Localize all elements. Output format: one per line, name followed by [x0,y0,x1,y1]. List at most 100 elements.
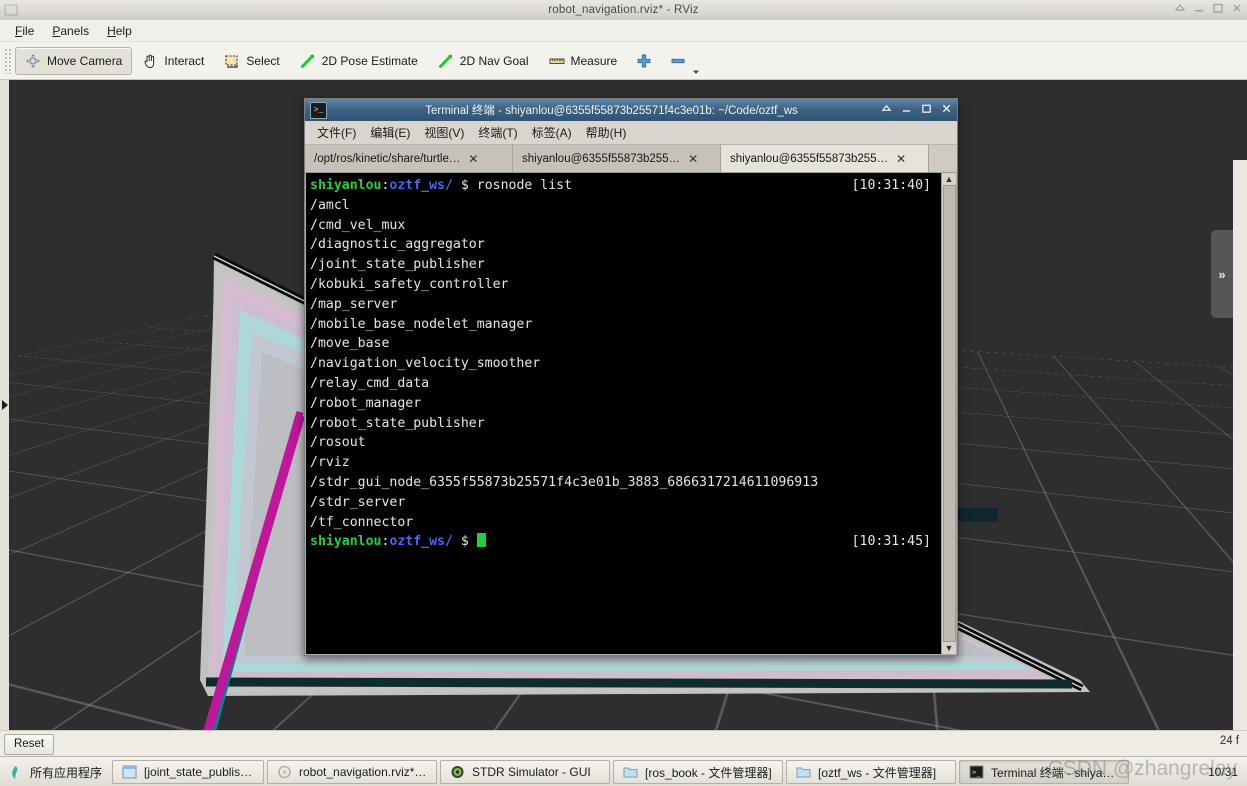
terminal-title-bar: >_ Terminal 终端 - shiyanlou@6355f55873b25… [305,99,957,121]
tool-interact[interactable]: Interact [132,47,214,75]
terminal-menu-help[interactable]: 帮助(H) [579,124,634,141]
terminal-timestamp: [10:31:40] [851,178,931,193]
terminal-menu-tabs[interactable]: 标签(A) [525,124,579,141]
close-icon[interactable] [1231,2,1243,14]
chevron-down-icon[interactable] [692,65,700,74]
taskbar-item-joint-state-publisher[interactable]: [joint_state_publisher] [112,760,265,784]
terminal-prompt-dollar: $ [452,178,469,193]
terminal-output[interactable]: shiyanlou:oztf_ws/ $ rosnode list [10:31:… [306,173,941,654]
terminal-menu-terminal[interactable]: 终端(T) [471,124,524,141]
terminal-scrollbar[interactable]: ▲ ▼ [941,173,956,654]
taskbar-clock[interactable]: 10/31 [1208,765,1247,779]
maximize-icon[interactable] [1212,2,1224,14]
panel-expand-handle-right[interactable]: » [1211,230,1233,318]
terminal-output-line: /stdr_gui_node_6355f55873b25571f4c3e01b_… [310,474,819,490]
terminal-line: /rviz [310,453,937,473]
minimize-icon[interactable] [901,103,912,117]
taskbar-item-terminal[interactable]: >_ Terminal 终端 - shiyanlou [959,760,1130,784]
terminal-command [469,534,477,549]
rviz-window-title: robot_navigation.rviz* - RViz [548,4,699,16]
menu-file[interactable]: File [6,22,43,40]
taskbar-item-label: STDR Simulator - GUI [472,765,591,779]
tool-2d-nav-goal[interactable]: 2D Nav Goal [428,47,539,75]
tool-remove-display[interactable] [661,47,709,75]
scroll-down-icon[interactable]: ▼ [945,643,954,653]
taskbar-item-label: [joint_state_publisher] [144,765,255,779]
rviz-title-bar: robot_navigation.rviz* - RViz [0,0,1247,21]
reset-button[interactable]: Reset [4,734,55,755]
terminal-line: /robot_manager [310,394,937,414]
tool-2d-pose-estimate[interactable]: 2D Pose Estimate [290,47,428,75]
green-arrow-icon [438,53,454,69]
taskbar-item-oztf-ws[interactable]: [oztf_ws - 文件管理器] [786,760,957,784]
all-applications-label: 所有应用程序 [30,765,103,780]
minimize-icon[interactable] [1193,2,1205,14]
fps-indicator: 24 f [1219,735,1239,747]
close-icon[interactable]: ✕ [688,152,698,166]
taskbar-item-label: robot_navigation.rviz* - … [299,765,428,779]
terminal-body[interactable]: shiyanlou:oztf_ws/ $ rosnode list [10:31:… [305,173,957,655]
terminal-tab-label: /opt/ros/kinetic/share/turtle… [314,152,461,165]
close-icon[interactable]: ✕ [896,152,906,166]
window-icon [122,765,137,779]
terminal-output-line: /amcl [310,197,350,213]
menu-help[interactable]: Help [98,22,141,40]
close-icon[interactable]: ✕ [468,152,478,166]
taskbar-item-stdr-simulator[interactable]: STDR Simulator - GUI [440,760,611,784]
terminal-tab[interactable]: shiyanlou@6355f55873b255… ✕ [513,145,721,172]
tool-move-camera[interactable]: Move Camera [15,46,133,75]
scroll-up-icon[interactable]: ▲ [945,174,954,184]
terminal-output-line: /diagnostic_aggregator [310,237,485,253]
move-camera-icon [25,53,41,69]
panel-expand-handle-left[interactable] [0,80,9,730]
tool-measure[interactable]: Measure [539,47,628,75]
shade-icon[interactable] [1174,2,1186,14]
terminal-menu-view[interactable]: 视图(V) [417,124,471,141]
taskbar-item-ros-book[interactable]: [ros_book - 文件管理器] [613,760,784,784]
green-arrow-icon [300,53,316,69]
maximize-icon[interactable] [921,103,932,117]
terminal-icon: >_ [969,765,984,779]
rviz-toolbar: Move Camera Interact Select 2D Pose Esti… [0,42,1247,80]
terminal-menu-edit[interactable]: 编辑(E) [363,124,417,141]
rviz-window-controls [1174,2,1243,14]
tool-2d-nav-goal-label: 2D Nav Goal [459,53,529,68]
terminal-icon: >_ [310,101,327,119]
terminal-output-line: /move_base [310,336,390,352]
terminal-output-line: /rviz [310,455,350,471]
terminal-tab[interactable]: shiyanlou@6355f55873b255… ✕ [721,145,929,172]
tool-select-label: Select [246,53,280,68]
tool-add-display[interactable] [627,47,661,75]
toolbar-drag-handle[interactable] [4,47,12,74]
terminal-window-title: Terminal 终端 - shiyanlou@6355f55873b25571… [425,105,798,117]
rviz-status-bar [0,730,1247,757]
terminal-line: /stdr_server [310,493,937,513]
terminal-line: /amcl [310,196,937,216]
terminal-window-controls [881,99,952,121]
desktop-taskbar: 所有应用程序 [joint_state_publisher] robot_nav… [0,756,1247,786]
ubuntu-kylin-icon [8,765,23,779]
terminal-window[interactable]: >_ Terminal 终端 - shiyanlou@6355f55873b25… [304,98,958,656]
rviz-application-window: robot_navigation.rviz* - RViz File Panel… [0,0,1247,786]
terminal-line: /map_server [310,295,937,315]
terminal-output-line: /rosout [310,435,366,451]
all-applications-button[interactable]: 所有应用程序 [0,757,112,786]
scrollbar-thumb[interactable] [942,185,956,642]
terminal-line: /robot_state_publisher [310,414,937,434]
terminal-line: /joint_state_publisher [310,255,937,275]
terminal-output-line: /tf_connector [310,514,414,530]
chevron-double-right-icon: » [1218,266,1226,282]
terminal-output-line: /stdr_server [310,494,406,510]
terminal-line: /navigation_velocity_smoother [310,354,937,374]
taskbar-item-rviz[interactable]: robot_navigation.rviz* - … [267,760,438,784]
close-icon[interactable] [941,103,952,117]
tool-2d-pose-estimate-label: 2D Pose Estimate [321,53,418,68]
terminal-line: /relay_cmd_data [310,374,937,394]
terminal-menu-file[interactable]: 文件(F) [310,124,363,141]
shade-icon[interactable] [881,103,892,117]
ruler-icon [549,53,565,69]
tool-select[interactable]: Select [214,47,289,75]
terminal-tab[interactable]: /opt/ros/kinetic/share/turtle… ✕ [305,145,513,172]
tool-move-camera-label: Move Camera [47,53,123,68]
menu-panels[interactable]: Panels [43,22,98,40]
